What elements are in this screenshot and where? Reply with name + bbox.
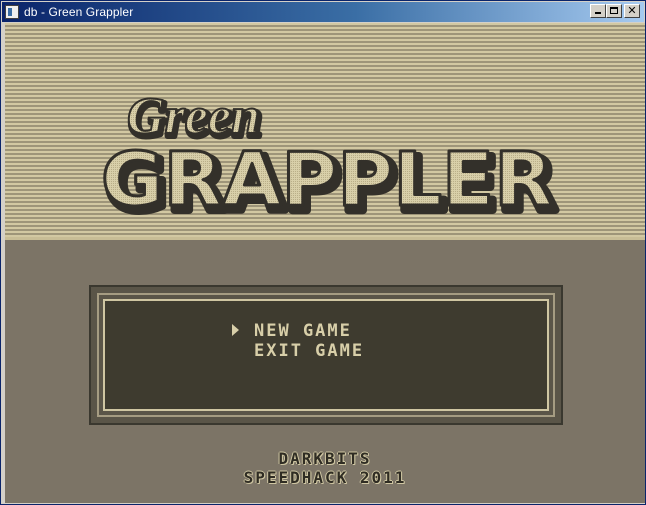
maximize-icon: [607, 5, 621, 17]
close-icon: ✕: [627, 4, 637, 17]
menu-item-label: EXIT GAME: [254, 341, 365, 361]
main-menu-panel: NEW GAME EXIT GAME: [89, 285, 563, 425]
menu-body: NEW GAME EXIT GAME: [103, 299, 549, 411]
logo-main-word: GRAPPLER: [101, 137, 553, 223]
app-window: db - Green Grappler ✕ Green Green GRAPPL…: [0, 0, 646, 505]
menu-item-new-game[interactable]: NEW GAME: [232, 321, 364, 341]
window-title: db - Green Grappler: [24, 5, 134, 19]
menu-list: NEW GAME EXIT GAME: [232, 321, 364, 361]
minimize-icon: [591, 5, 605, 17]
menu-item-exit-game[interactable]: EXIT GAME: [232, 341, 364, 361]
credits: DARKBITS SPEEDHACK 2011: [5, 449, 645, 487]
close-button[interactable]: ✕: [624, 4, 640, 18]
title-bar[interactable]: db - Green Grappler ✕: [2, 2, 644, 22]
maximize-button[interactable]: [606, 4, 622, 18]
window-controls: ✕: [590, 4, 640, 18]
menu-item-label: NEW GAME: [254, 321, 352, 341]
selection-cursor-icon: [232, 324, 239, 336]
app-icon[interactable]: [5, 5, 19, 19]
game-logo: Green Green GRAPPLER GRAPPLER: [100, 87, 562, 232]
credits-studio: DARKBITS: [278, 449, 372, 468]
credits-event: SPEEDHACK 2011: [243, 468, 407, 487]
menu-frame: NEW GAME EXIT GAME: [97, 293, 555, 417]
game-viewport[interactable]: Green Green GRAPPLER GRAPPLER NEW GAME E…: [5, 23, 645, 503]
minimize-button[interactable]: [590, 4, 606, 18]
